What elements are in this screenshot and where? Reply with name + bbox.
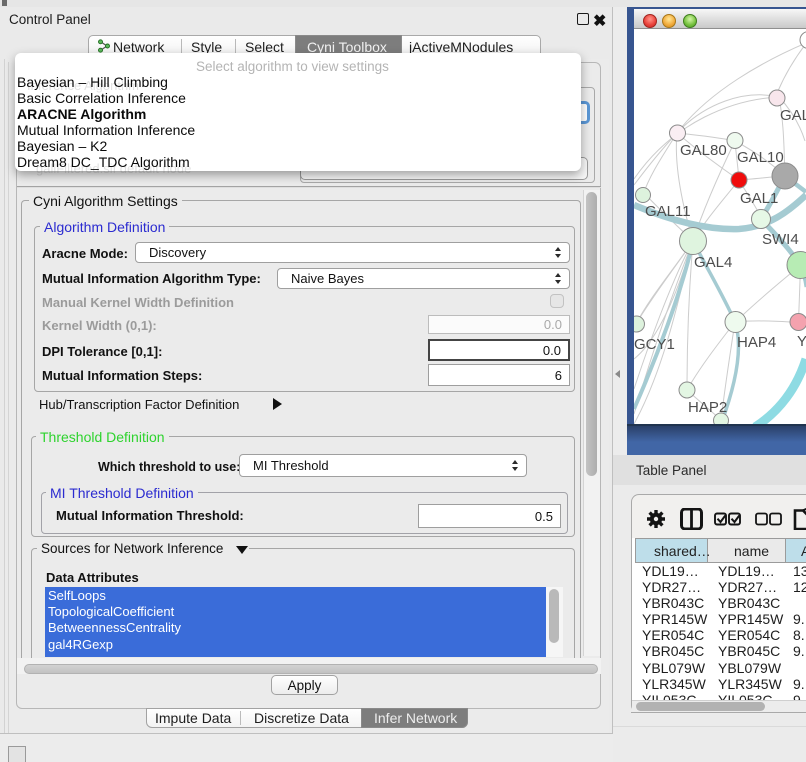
svg-text:GCY1: GCY1 xyxy=(634,336,675,353)
svg-text:Y: Y xyxy=(797,333,806,350)
svg-text:SWI4: SWI4 xyxy=(762,231,799,248)
svg-text:GAL80: GAL80 xyxy=(680,142,727,159)
svg-text:GAL11: GAL11 xyxy=(645,203,691,220)
svg-text:GAL4: GAL4 xyxy=(694,254,732,271)
svg-text:GAL1: GAL1 xyxy=(740,190,778,207)
svg-text:GAL7: GAL7 xyxy=(780,107,806,124)
svg-text:HAP4: HAP4 xyxy=(737,334,776,351)
svg-text:GAL10: GAL10 xyxy=(737,149,784,166)
svg-text:HAP2: HAP2 xyxy=(688,399,727,416)
